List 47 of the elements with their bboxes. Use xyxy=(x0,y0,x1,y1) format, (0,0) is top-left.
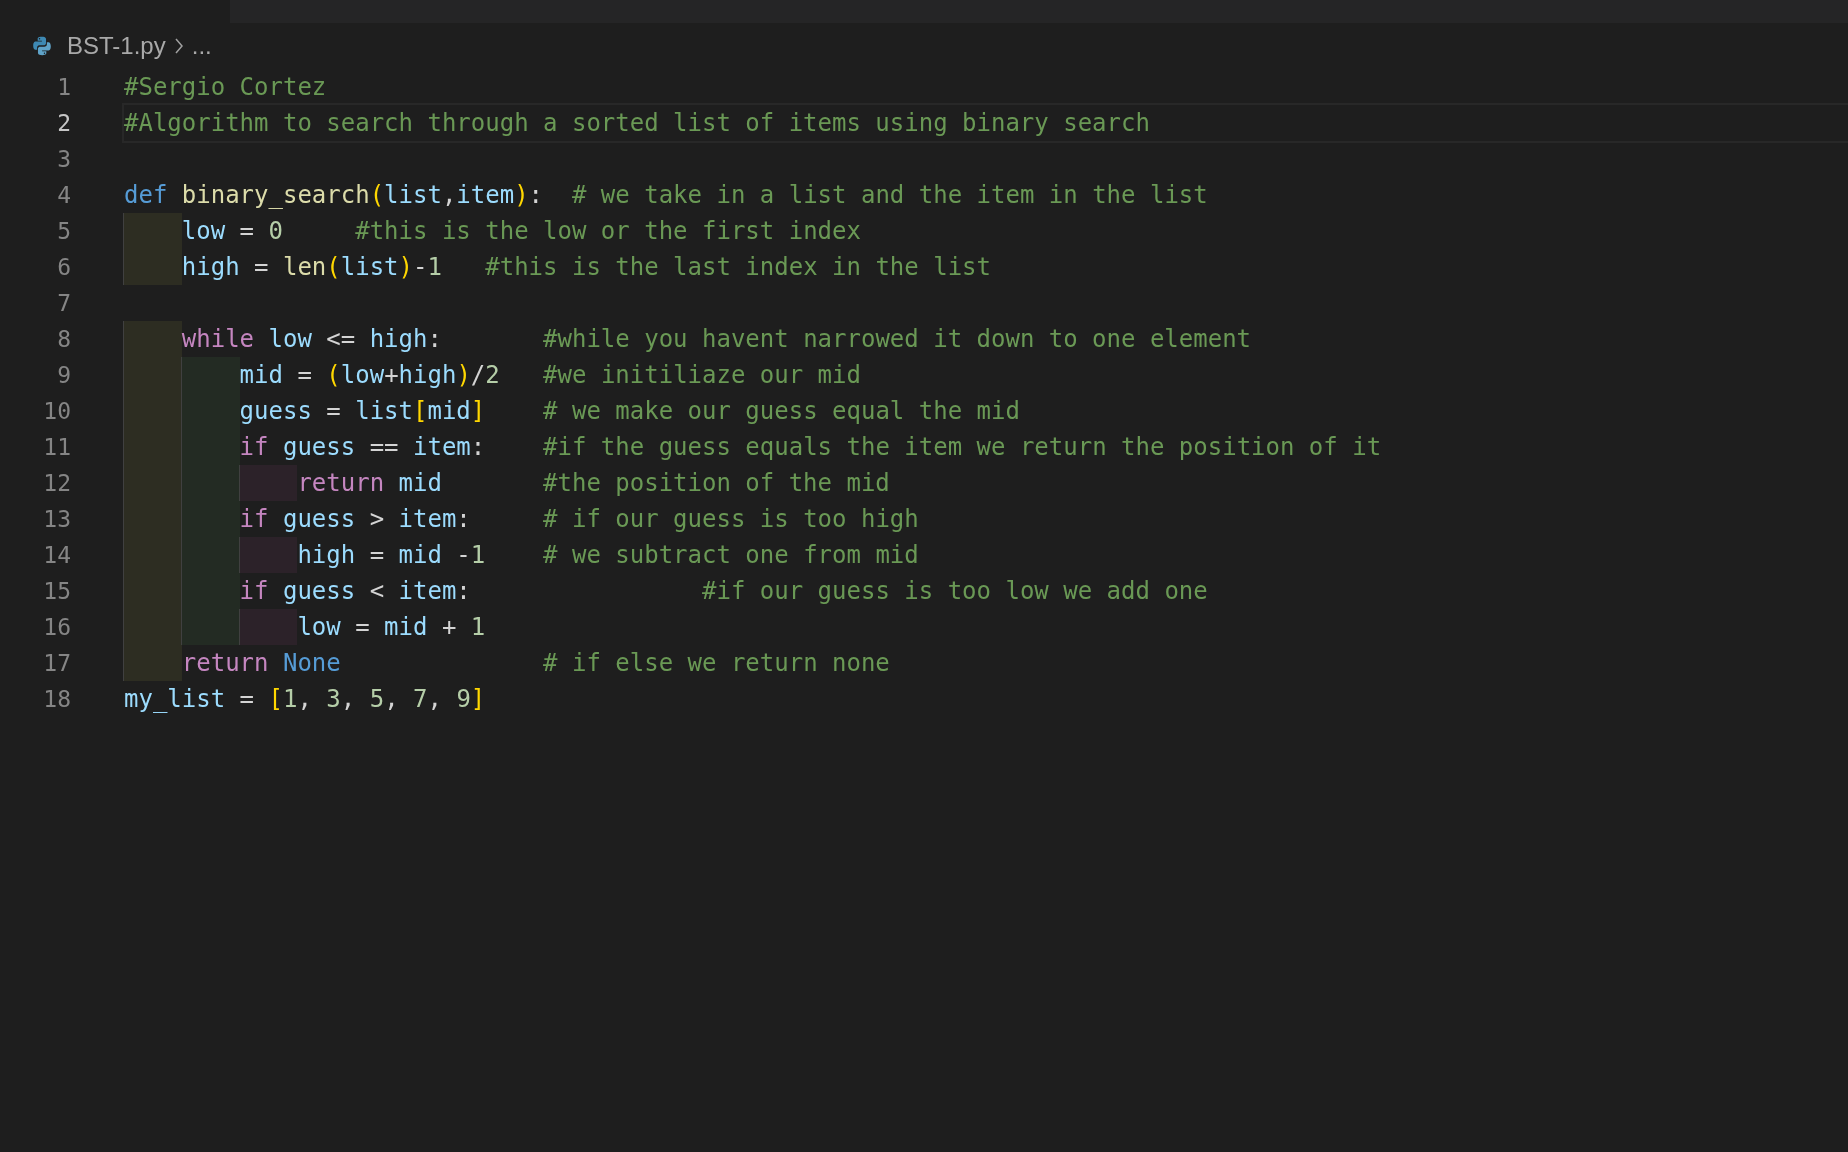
indent-guide xyxy=(180,609,240,645)
line-number: 9 xyxy=(56,361,71,390)
chevron-icon xyxy=(173,38,184,54)
code-line: return mid #the position of the mid xyxy=(297,468,890,499)
code-line: if guess < item: #if our guess is too low we add one xyxy=(239,576,1208,607)
line-number: 18 xyxy=(42,685,71,714)
line-number: 7 xyxy=(56,289,71,318)
line-number: 14 xyxy=(42,541,71,570)
code-line: mid = (low+high)/2 #we initiliaze our mid xyxy=(239,360,861,391)
indent-guide xyxy=(123,645,182,681)
line-number: 4 xyxy=(56,181,71,210)
breadcrumb-file[interactable]: BST-1.py xyxy=(67,31,166,61)
line-number: 1 xyxy=(56,73,71,102)
code-line: high = mid -1 # we subtract one from mid xyxy=(297,540,919,571)
line-number: 15 xyxy=(42,577,71,606)
breadcrumb-more[interactable]: ... xyxy=(191,31,212,61)
code-line: guess = list[mid] # we make our guess equal the mid xyxy=(239,396,1020,427)
line-number: 8 xyxy=(56,325,71,354)
code-line: my_list = [1, 3, 5, 7, 9] xyxy=(124,684,486,715)
line-number: 13 xyxy=(42,505,71,534)
code-line: #Sergio Cortez xyxy=(124,72,327,103)
indent-guide xyxy=(238,537,298,573)
python-file-icon xyxy=(31,35,53,57)
indent-guide xyxy=(123,321,182,357)
code-line: if guess > item: # if our guess is too high xyxy=(239,504,919,535)
code-line: high = len(list)-1 #this is the last index in the list xyxy=(181,252,991,283)
line-number: 6 xyxy=(56,253,71,282)
indent-guide xyxy=(180,357,240,393)
code-line: low = mid + 1 xyxy=(297,612,486,643)
code-line: def binary_search(list,item): # we take in a list and the item in the list xyxy=(124,180,1208,211)
line-number: 5 xyxy=(56,217,71,246)
code-line: return None # if else we return none xyxy=(181,648,890,679)
line-number: 17 xyxy=(42,649,71,678)
code-line: low = 0 #this is the low or the first index xyxy=(181,216,861,247)
indent-guide xyxy=(123,213,182,249)
line-number: 11 xyxy=(42,433,71,462)
line-number: 3 xyxy=(56,145,71,174)
line-number: 12 xyxy=(42,469,71,498)
indent-guide xyxy=(123,249,182,285)
line-number: 10 xyxy=(42,397,71,426)
line-number: 2 xyxy=(56,109,71,138)
code-line: if guess == item: #if the guess equals the item we return the position of it xyxy=(239,432,1382,463)
indent-guide xyxy=(238,609,298,645)
indent-guide xyxy=(238,465,298,501)
line-number: 16 xyxy=(42,613,71,642)
code-line: while low <= high: #while you havent narrowed it down to one element xyxy=(181,324,1252,355)
code-line: #Algorithm to search through a sorted list of items using binary search xyxy=(124,108,1150,139)
